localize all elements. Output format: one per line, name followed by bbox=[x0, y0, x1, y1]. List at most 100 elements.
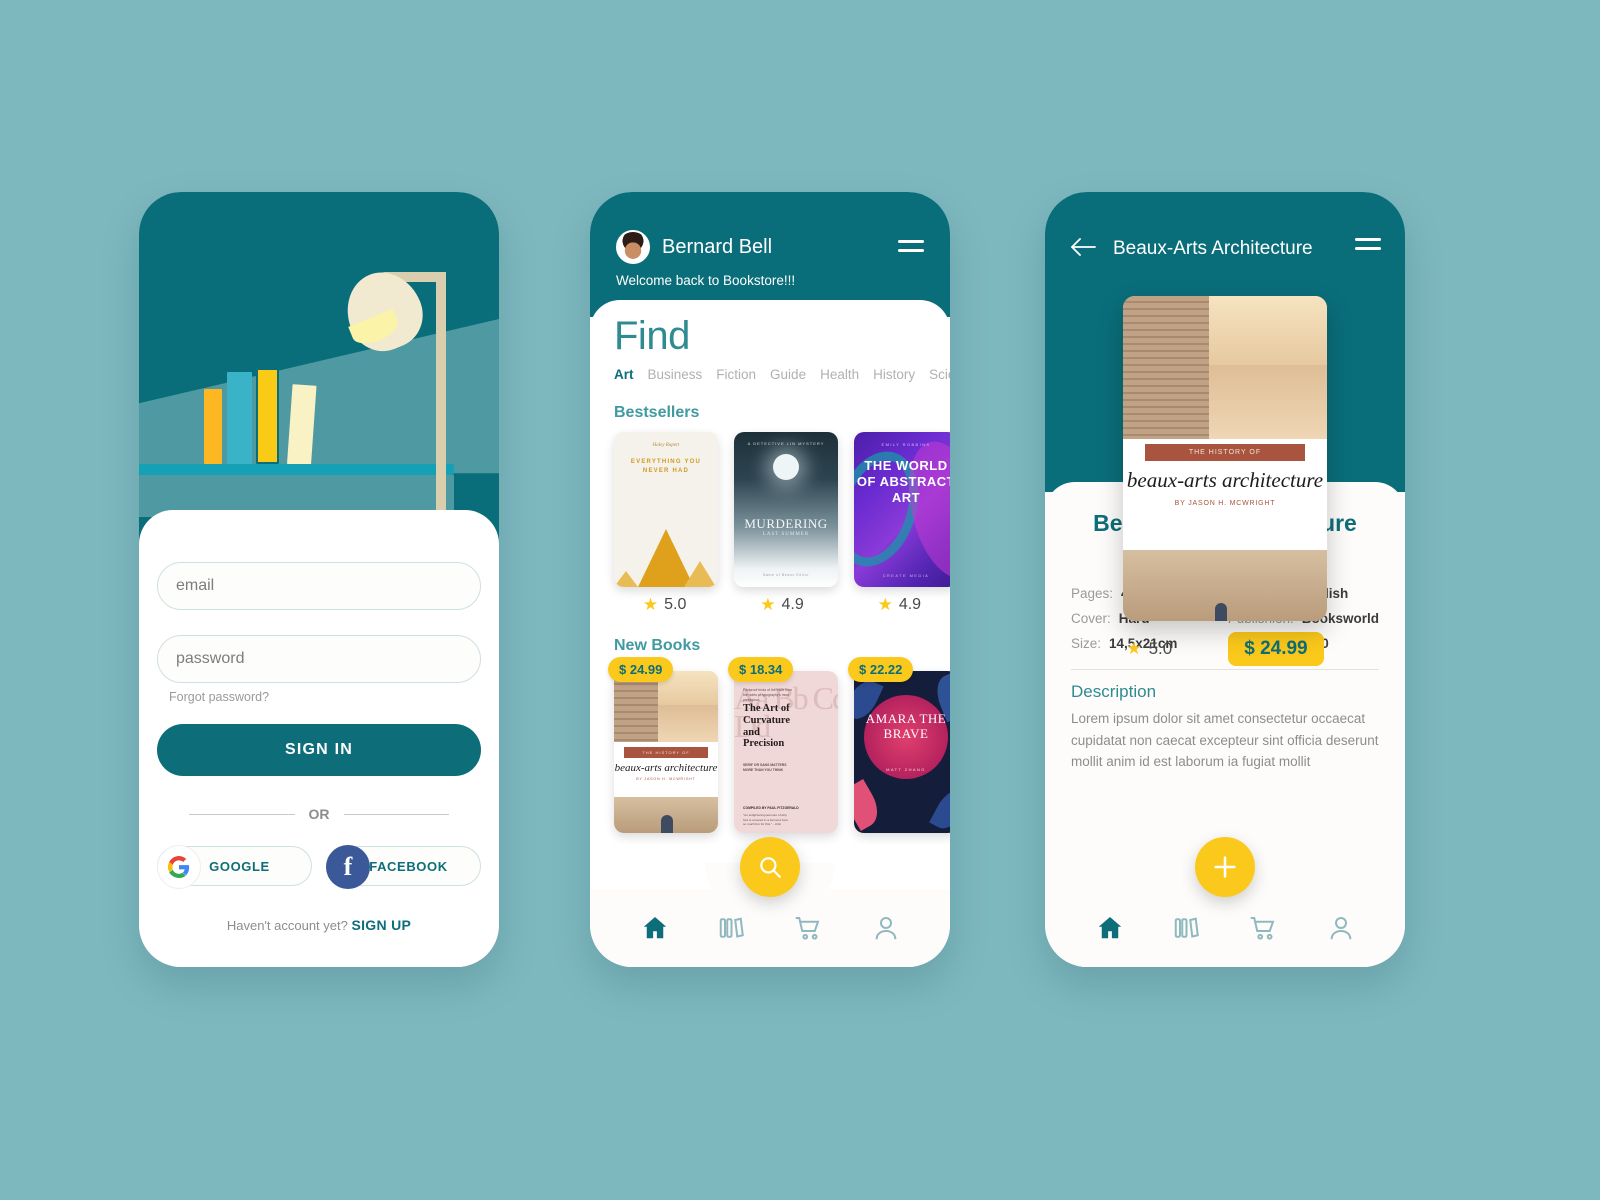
rating-item: ★ 5.0 bbox=[614, 595, 715, 615]
meta-key: Pages: bbox=[1071, 586, 1114, 601]
nav-library-icon[interactable] bbox=[717, 913, 747, 943]
email-field[interactable]: email bbox=[157, 562, 481, 610]
new-book-item[interactable]: $ 22.22 AMARA THE BRAVE MATT ZHANG bbox=[848, 657, 950, 833]
cover-byline: BY JASON H. MCWRIGHT bbox=[1174, 500, 1276, 508]
signup-prompt-row: Haven't account yet? SIGN UP bbox=[139, 917, 499, 933]
screens-stage: email password Forgot password? SIGN IN … bbox=[0, 0, 1600, 1200]
detail-appbar: Beaux-Arts Architecture bbox=[1069, 236, 1381, 262]
cover-author: MATT ZHANG bbox=[886, 767, 926, 772]
tab-fiction[interactable]: Fiction bbox=[716, 367, 756, 382]
cover-pretext: Foolproof tricks of the trade from the n… bbox=[743, 688, 792, 703]
cover-text-block: THE HISTORY OF beaux-arts architecture B… bbox=[1123, 439, 1327, 550]
sign-up-link[interactable]: SIGN UP bbox=[351, 917, 411, 933]
sign-in-button[interactable]: SIGN IN bbox=[157, 724, 481, 776]
cover-title: THE WORLD OF ABSTRACT ART bbox=[856, 458, 950, 505]
signin-screen: email password Forgot password? SIGN IN … bbox=[139, 192, 499, 967]
rating-item: ★ 4.9 bbox=[849, 595, 950, 615]
cover-title: beaux-arts architecture bbox=[1126, 468, 1324, 492]
google-icon bbox=[157, 845, 201, 889]
cover-blurb: "An enlightening account of why font is … bbox=[743, 813, 789, 827]
rating-value: 5.0 bbox=[664, 596, 687, 613]
cover-photo-top bbox=[1123, 296, 1327, 439]
mountain-shape bbox=[614, 571, 638, 587]
moon-shape bbox=[773, 454, 799, 480]
nav-library-icon[interactable] bbox=[1172, 913, 1202, 943]
price-badge: $ 18.34 bbox=[728, 657, 794, 682]
cover-title: AMARA THE BRAVE bbox=[865, 711, 947, 742]
cover-subtitle: LAST SUMMER bbox=[762, 532, 810, 537]
cover-author-kicker: EMILY ROBBINS bbox=[881, 442, 931, 447]
google-login-button[interactable]: GOOGLE bbox=[157, 845, 312, 889]
google-g-glyph bbox=[168, 856, 190, 878]
bestsellers-row: Haley Rupert EVERYTHING YOU NEVER HAD A … bbox=[590, 432, 950, 587]
price-badge: $ 24.99 bbox=[608, 657, 674, 682]
tab-guide[interactable]: Guide bbox=[770, 367, 806, 382]
mountain-shape bbox=[684, 561, 716, 587]
or-divider: OR bbox=[189, 806, 449, 822]
nav-cart-icon[interactable] bbox=[1249, 913, 1279, 943]
book-spine bbox=[256, 368, 279, 464]
nav-home-icon[interactable] bbox=[640, 913, 670, 943]
new-book-item[interactable]: $ 18.34 Aa Bb Cc Dd Foolproof tricks of … bbox=[728, 657, 838, 833]
nav-cart-icon[interactable] bbox=[794, 913, 824, 943]
or-label: OR bbox=[308, 806, 330, 822]
star-icon: ★ bbox=[877, 595, 893, 614]
star-icon: ★ bbox=[760, 595, 776, 614]
category-tabs: Art Business Fiction Guide Health Histor… bbox=[590, 361, 950, 382]
lamp-pole bbox=[436, 272, 446, 532]
cover-footer: CREATE MEDIA bbox=[882, 573, 930, 578]
detail-book-cover[interactable]: THE HISTORY OF beaux-arts architecture B… bbox=[1123, 296, 1327, 621]
search-fab[interactable] bbox=[740, 837, 800, 897]
hamburger-icon[interactable] bbox=[1355, 238, 1381, 256]
add-to-cart-fab[interactable] bbox=[1195, 837, 1255, 897]
cover-text-block: THE HISTORY OF beaux-arts architecture B… bbox=[614, 742, 718, 798]
book-detail-screen: Beaux-Arts Architecture ★ 5.0 $ 24.99 Be… bbox=[1045, 192, 1405, 967]
book-cover-amara-the-brave: AMARA THE BRAVE MATT ZHANG bbox=[854, 671, 950, 833]
password-field[interactable]: password bbox=[157, 635, 481, 683]
avatar[interactable] bbox=[616, 230, 650, 264]
book-cover-everything-you-never-had[interactable]: Haley Rupert EVERYTHING YOU NEVER HAD bbox=[614, 432, 718, 587]
price-badge[interactable]: $ 24.99 bbox=[1228, 632, 1324, 666]
tab-science[interactable]: Scie bbox=[929, 367, 950, 382]
book-cover-murdering[interactable]: A DETECTIVE LIN MYSTERY MURDERING LAST S… bbox=[734, 432, 838, 587]
cover-sky bbox=[1208, 296, 1327, 365]
nav-profile-icon[interactable] bbox=[1326, 913, 1356, 943]
bestsellers-ratings: ★ 5.0 ★ 4.9 ★ 4.9 bbox=[590, 595, 950, 615]
rating-value: 4.9 bbox=[898, 596, 922, 613]
page-title: Find bbox=[614, 314, 690, 358]
divider-line bbox=[343, 813, 449, 815]
hamburger-icon[interactable] bbox=[898, 240, 924, 258]
tab-art[interactable]: Art bbox=[614, 367, 634, 382]
tab-business[interactable]: Business bbox=[648, 367, 703, 382]
search-icon bbox=[760, 857, 781, 878]
cover-title: EVERYTHING YOU NEVER HAD bbox=[630, 459, 702, 474]
find-header: Bernard Bell Welcome back to Bookstore!!… bbox=[590, 192, 950, 317]
star-icon: ★ bbox=[642, 595, 659, 614]
facebook-login-button[interactable]: f FACEBOOK bbox=[326, 845, 481, 889]
price-badge: $ 22.22 bbox=[848, 657, 914, 682]
social-login-row: GOOGLE f FACEBOOK bbox=[157, 845, 481, 889]
cover-badge: THE HISTORY OF bbox=[624, 747, 708, 759]
book-cover-world-of-abstract-art[interactable]: EMILY ROBBINS THE WORLD OF ABSTRACT ART … bbox=[854, 432, 950, 587]
nav-home-icon[interactable] bbox=[1095, 913, 1125, 943]
new-books-row: $ 24.99 THE HISTORY OF beaux-arts archit… bbox=[590, 657, 950, 833]
cover-photo-bottom bbox=[1123, 549, 1327, 621]
rating-value: 4.9 bbox=[781, 596, 804, 613]
cover-author-script: Haley Rupert bbox=[652, 443, 680, 448]
description-body: Lorem ipsum dolor sit amet consectetur o… bbox=[1071, 711, 1379, 770]
shelf-board bbox=[139, 464, 454, 475]
tab-health[interactable]: Health bbox=[820, 367, 859, 382]
book-cover-beaux-arts: THE HISTORY OF beaux-arts architecture B… bbox=[614, 671, 718, 833]
cover-footer: Name of Beaux Editor bbox=[762, 573, 810, 577]
new-book-item[interactable]: $ 24.99 THE HISTORY OF beaux-arts archit… bbox=[608, 657, 718, 833]
tab-history[interactable]: History bbox=[873, 367, 915, 382]
cover-subtitle: SERIF OR SANS MATTERS MORE THAN YOU THIN… bbox=[743, 763, 787, 773]
forgot-password-link[interactable]: Forgot password? bbox=[169, 690, 481, 704]
arrow-left-icon[interactable] bbox=[1069, 236, 1097, 262]
bestsellers-title: Bestsellers bbox=[614, 404, 700, 421]
book-cover-art-of-curvature: Aa Bb Cc Dd Foolproof tricks of the trad… bbox=[734, 671, 838, 833]
nav-profile-icon[interactable] bbox=[871, 913, 901, 943]
rating-value: 5.0 bbox=[1148, 639, 1173, 658]
password-placeholder: password bbox=[176, 650, 245, 667]
cover-facade bbox=[1123, 296, 1209, 439]
